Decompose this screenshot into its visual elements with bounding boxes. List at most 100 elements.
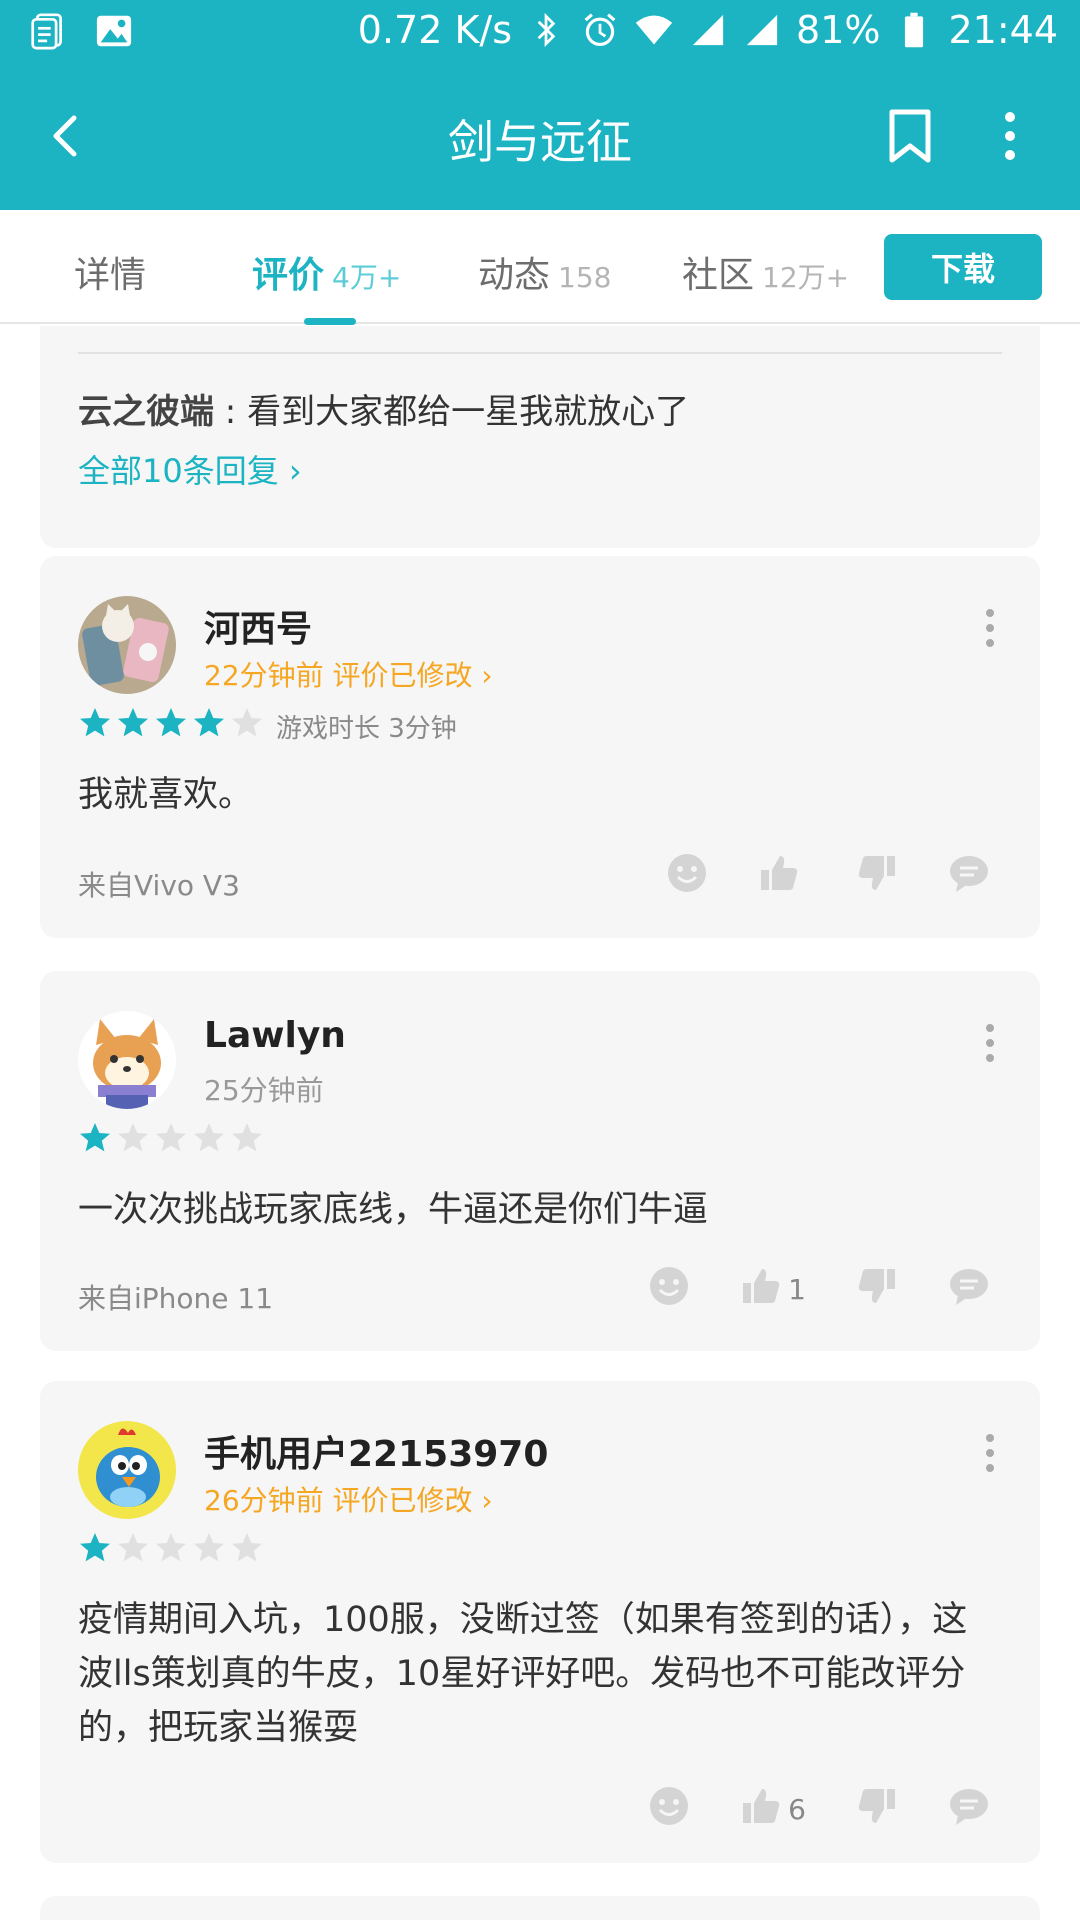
thumbs-up-icon <box>740 1265 782 1314</box>
clock: 21:44 <box>948 8 1058 52</box>
review-text: 一次次挑战玩家底线，牛逼还是你们牛逼 <box>78 1190 709 1230</box>
avatar[interactable] <box>78 1421 176 1519</box>
signal-icon-2 <box>742 9 782 51</box>
battery-percent: 81% <box>796 8 881 52</box>
rating-stars <box>78 1121 264 1155</box>
dislike-button[interactable] <box>856 1265 898 1314</box>
review-more-icon[interactable] <box>980 1431 1000 1475</box>
avatar[interactable] <box>78 1011 176 1109</box>
thumbs-down-icon <box>856 1785 898 1834</box>
star-empty-icon <box>156 1533 186 1562</box>
playtime: 游戏时长 3分钟 <box>276 714 457 744</box>
review-card[interactable]: 手机用户22153970 26分钟前 评价已修改 › 疫情期间入坑，100服，没… <box>40 1381 1040 1863</box>
review-username[interactable]: 河西号 <box>204 600 312 652</box>
review-actions: 6 <box>598 1785 990 1834</box>
tab-activity-label: 动态 <box>478 255 551 296</box>
tab-details-label: 详情 <box>74 255 147 296</box>
comment-button[interactable] <box>948 1785 990 1834</box>
tab-activity-count: 158 <box>558 261 612 294</box>
thumbs-up-icon <box>758 852 800 901</box>
more-options-icon[interactable] <box>990 104 1030 168</box>
star-filled-icon <box>156 708 186 737</box>
comment-icon <box>948 1785 990 1834</box>
signal-icon-1 <box>688 9 728 51</box>
rating-stars <box>78 1531 264 1565</box>
review-actions <box>616 852 990 901</box>
smiley-icon <box>648 1265 690 1314</box>
reply-author[interactable]: 云之彼端 <box>78 392 214 432</box>
avatar[interactable] <box>78 596 176 694</box>
star-filled-icon <box>80 1123 110 1152</box>
review-more-icon[interactable] <box>980 606 1000 650</box>
star-filled-icon <box>194 708 224 737</box>
reply-preview-text: 云之彼端 : 看到大家都给一星我就放心了 <box>78 384 689 433</box>
network-speed: 0.72 K/s <box>357 8 513 52</box>
star-empty-icon <box>232 1533 262 1562</box>
image-notification-icon <box>94 10 134 52</box>
document-notification-icon <box>28 10 68 52</box>
tab-community[interactable]: 社区 12万+ <box>682 246 849 298</box>
thumbs-up-icon <box>740 1785 782 1834</box>
review-time[interactable]: 22分钟前 评价已修改 › <box>204 654 493 694</box>
review-card[interactable] <box>40 1896 1040 1920</box>
react-button[interactable] <box>648 1785 690 1834</box>
review-username[interactable]: 手机用户22153970 <box>204 1425 548 1477</box>
like-button[interactable] <box>758 852 806 901</box>
reply-preview-card: 云之彼端 : 看到大家都给一星我就放心了 全部10条回复 › <box>40 326 1040 548</box>
wifi-icon <box>634 9 674 51</box>
star-empty-icon <box>194 1533 224 1562</box>
review-more-icon[interactable] <box>980 1021 1000 1065</box>
review-card[interactable]: Lawlyn 25分钟前 一次次挑战玩家底线，牛逼还是你们牛逼 来自iPhone… <box>40 971 1040 1351</box>
star-empty-icon <box>194 1123 224 1152</box>
device-label: 来自iPhone 11 <box>78 1282 274 1315</box>
bluetooth-icon <box>526 9 566 51</box>
dislike-button[interactable] <box>856 1785 898 1834</box>
review-actions: 1 <box>598 1265 990 1314</box>
comment-icon <box>948 852 990 901</box>
review-text: 疫情期间入坑，100服，没断过签（如果有签到的话），这波lls策划真的牛皮，10… <box>78 1600 968 1748</box>
star-empty-icon <box>118 1123 148 1152</box>
alarm-icon <box>580 9 620 51</box>
like-button[interactable]: 6 <box>740 1785 806 1834</box>
reply-content: 看到大家都给一星我就放心了 <box>247 392 690 432</box>
review-card[interactable]: 河西号 22分钟前 评价已修改 › 游戏时长 3分钟 我就喜欢。 来自Vivo … <box>40 556 1040 938</box>
thumbs-down-icon <box>856 852 898 901</box>
tab-reviews-count: 4万+ <box>332 261 402 294</box>
star-empty-icon <box>118 1533 148 1562</box>
all-replies-link[interactable]: 全部10条回复 › <box>78 446 302 492</box>
tab-activity[interactable]: 动态 158 <box>478 246 611 298</box>
divider <box>78 352 1002 354</box>
tab-reviews[interactable]: 评价 4万+ <box>252 246 401 298</box>
review-text: 我就喜欢。 <box>78 775 254 815</box>
tab-community-count: 12万+ <box>762 261 850 294</box>
review-time[interactable]: 26分钟前 评价已修改 › <box>204 1479 493 1519</box>
like-count: 1 <box>788 1273 806 1306</box>
tab-reviews-label: 评价 <box>252 255 325 296</box>
star-filled-icon <box>118 708 148 737</box>
star-empty-icon <box>232 1123 262 1152</box>
tab-indicator <box>304 318 356 325</box>
star-filled-icon <box>80 708 110 737</box>
star-empty-icon <box>232 708 262 737</box>
smiley-icon <box>648 1785 690 1834</box>
download-button[interactable]: 下载 <box>884 234 1042 300</box>
comment-button[interactable] <box>948 1265 990 1314</box>
reply-separator: : <box>214 392 248 432</box>
like-button[interactable]: 1 <box>740 1265 806 1314</box>
review-list[interactable]: 云之彼端 : 看到大家都给一星我就放心了 全部10条回复 › 河西号 22分钟前… <box>0 326 1080 1920</box>
react-button[interactable] <box>666 852 708 901</box>
bookmark-icon[interactable] <box>880 104 940 168</box>
comment-icon <box>948 1265 990 1314</box>
tab-bar: 详情 评价 4万+ 动态 158 社区 12万+ 下载 <box>0 210 1080 325</box>
thumbs-down-icon <box>856 1265 898 1314</box>
react-button[interactable] <box>648 1265 690 1314</box>
review-time: 25分钟前 <box>204 1074 324 1107</box>
rating-stars <box>78 706 264 740</box>
status-bar: 0.72 K/s 81% 21:44 <box>0 0 1080 64</box>
tab-details[interactable]: 详情 <box>74 246 146 298</box>
review-username[interactable]: Lawlyn <box>204 1015 346 1056</box>
dislike-button[interactable] <box>856 852 898 901</box>
smiley-icon <box>666 852 708 901</box>
star-empty-icon <box>156 1123 186 1152</box>
comment-button[interactable] <box>948 852 990 901</box>
